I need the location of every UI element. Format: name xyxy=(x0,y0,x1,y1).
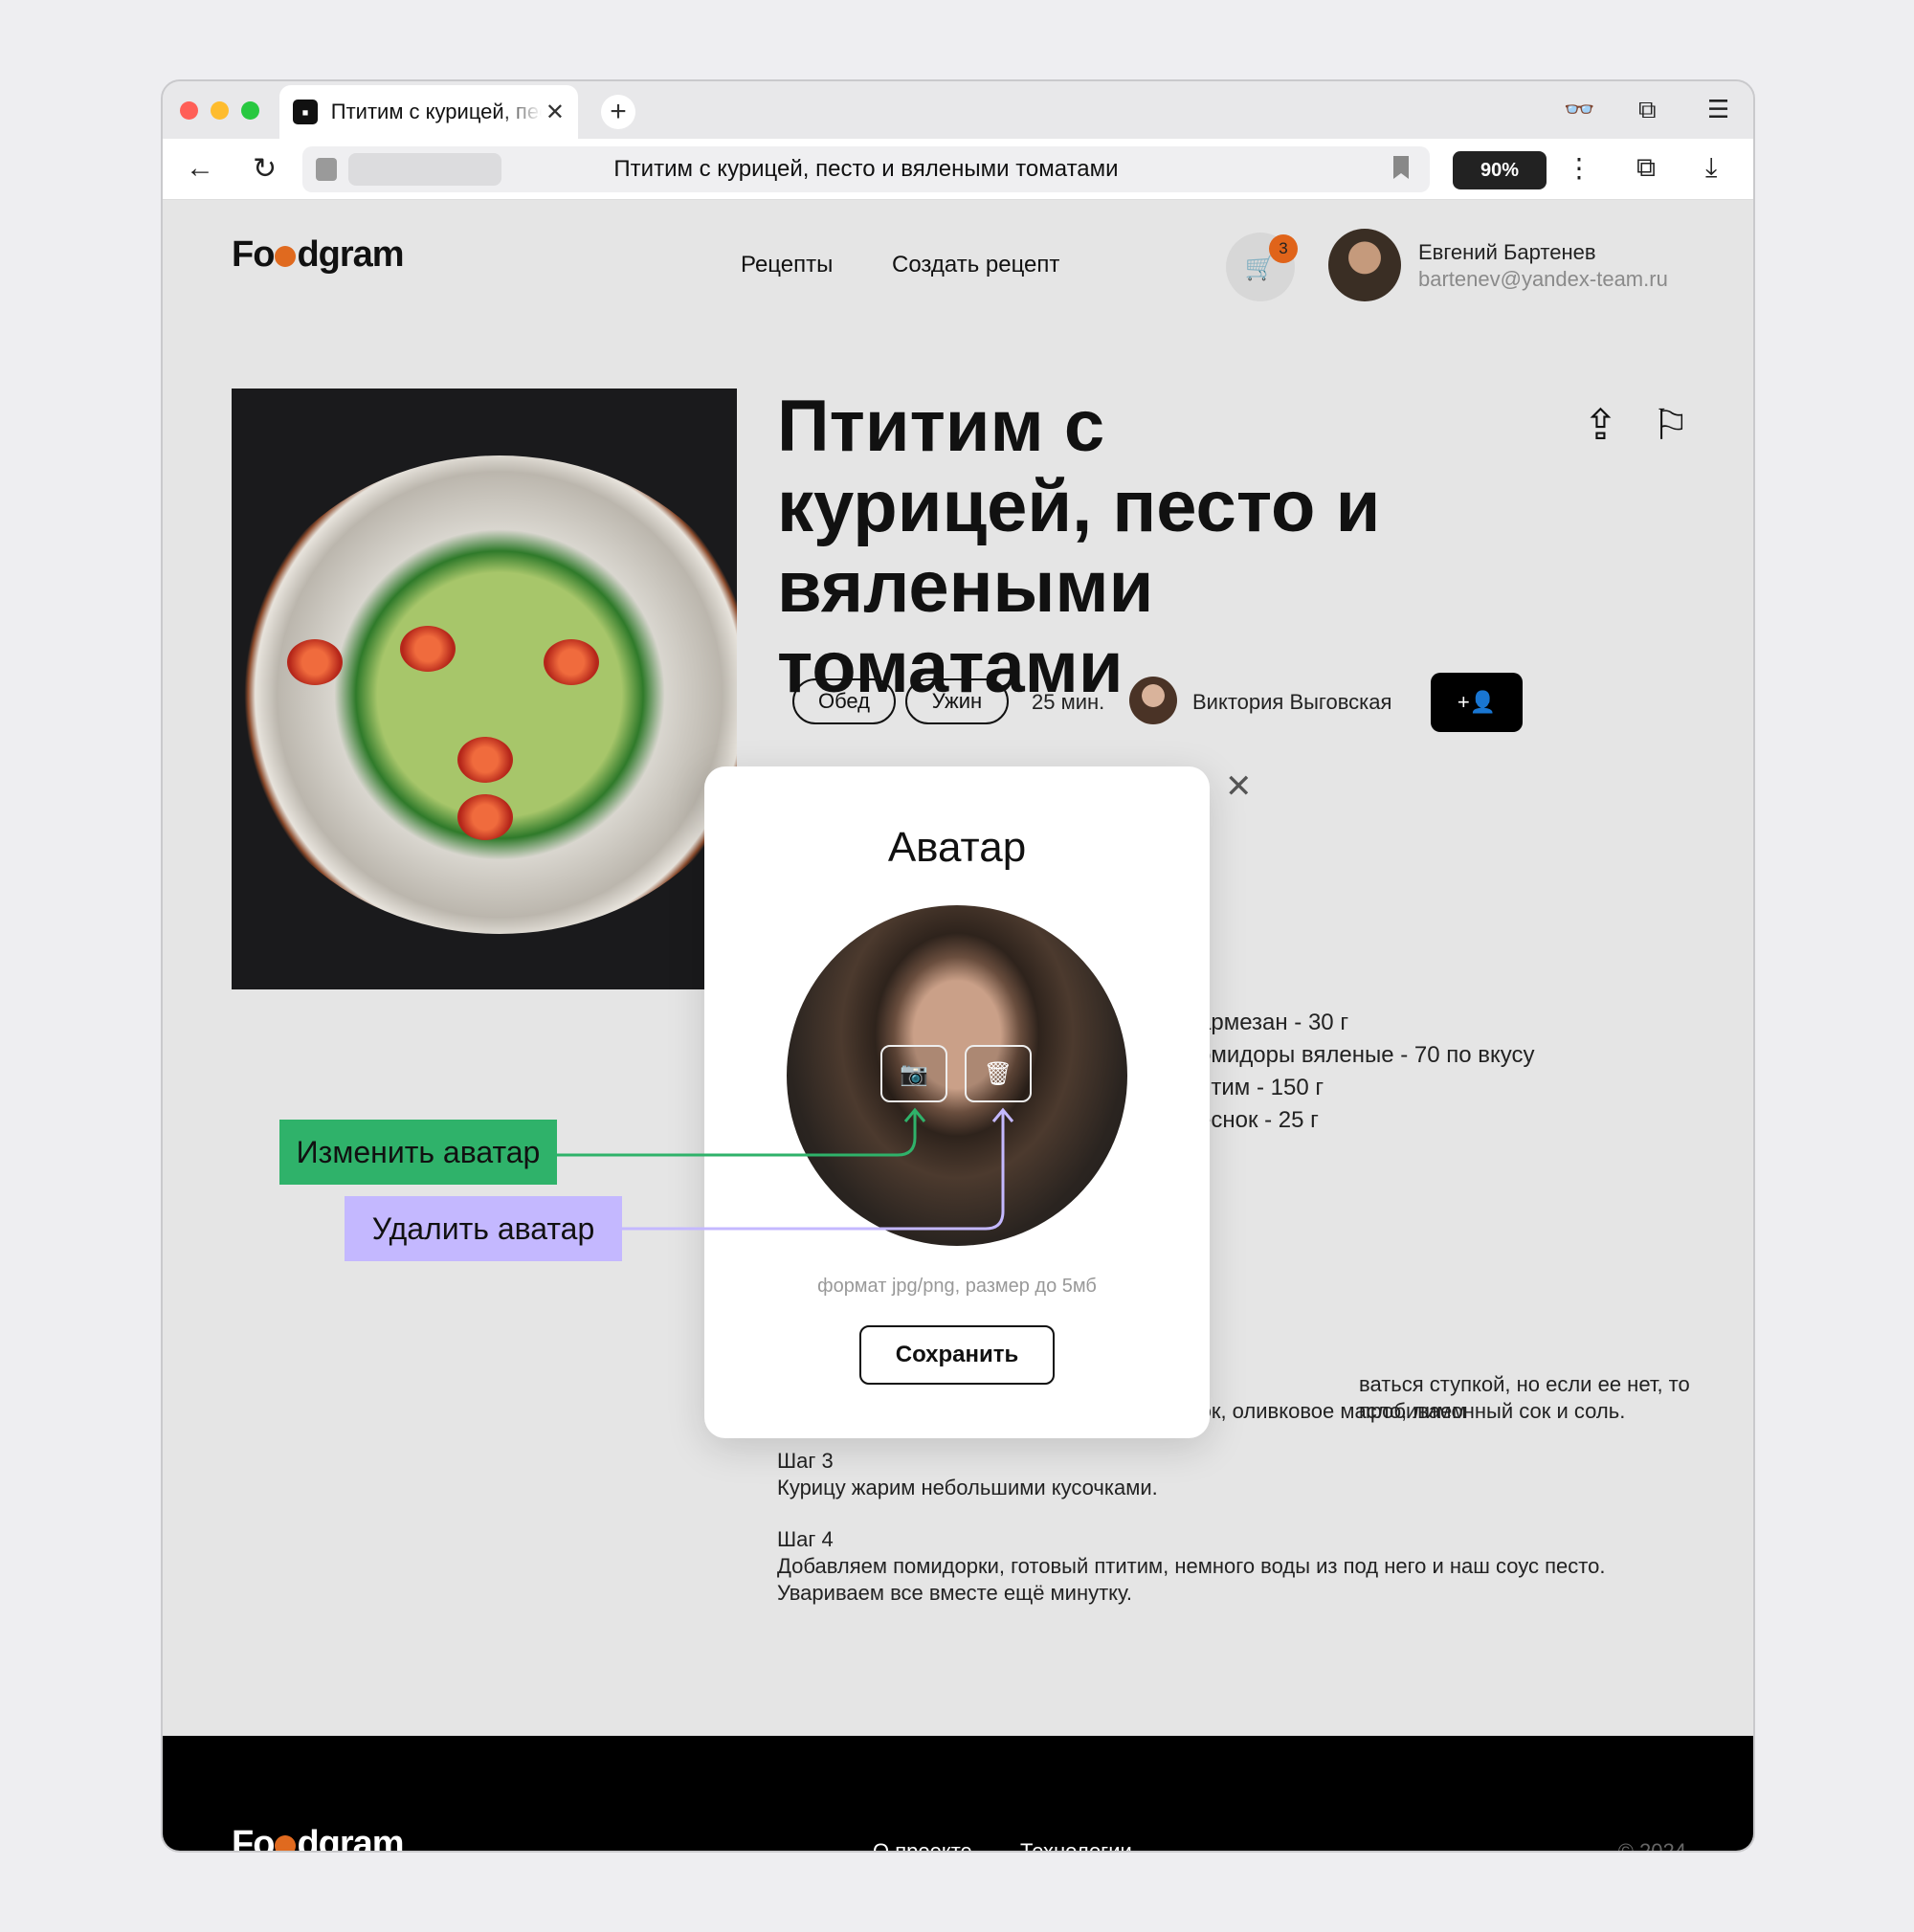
nav-create-recipe-link[interactable]: Создать рецепт xyxy=(892,252,1059,278)
tomato-decoration xyxy=(544,639,599,685)
copyright: © 2024 xyxy=(1617,1839,1686,1853)
minimize-window-button[interactable] xyxy=(211,101,229,120)
footer-logo[interactable]: Fo dgram xyxy=(232,1824,405,1851)
new-tab-button[interactable]: + xyxy=(601,95,635,129)
delete-avatar-button[interactable]: 🗑 xyxy=(965,1045,1032,1102)
user-email: bartenev@yandex-team.ru xyxy=(1418,267,1668,291)
tomato-decoration xyxy=(457,794,513,840)
follow-author-button[interactable]: +👤 xyxy=(1431,673,1523,732)
author-avatar[interactable] xyxy=(1129,677,1177,724)
tab-bar: ◼ Птитим с курицей, песто и вялеными том… xyxy=(163,81,1753,139)
change-avatar-button[interactable]: 📷 xyxy=(880,1045,947,1102)
zoom-value: 90% xyxy=(1480,159,1520,181)
cart-count-badge: 3 xyxy=(1269,234,1298,263)
share-icon[interactable]: ⇪ xyxy=(1583,401,1618,450)
download-icon[interactable]: ⤓ xyxy=(1705,152,1717,184)
extensions-icon[interactable]: ⧉ xyxy=(1636,152,1656,184)
footer-tech-link[interactable]: Технологии xyxy=(1020,1839,1132,1851)
tomato-decoration xyxy=(287,639,343,685)
footer-about-link[interactable]: О проекте xyxy=(873,1839,972,1851)
tabs-collection-icon[interactable]: ⧉ xyxy=(1638,95,1657,125)
ingredient-item: еснок - 25 г xyxy=(1198,1107,1319,1133)
site-logo[interactable]: Fo dgram xyxy=(232,234,405,276)
ingredient-item: омидоры вяленые - 70 по вкусу xyxy=(1198,1042,1535,1068)
tag-lunch[interactable]: Обед xyxy=(792,678,896,724)
ingredient-item: итим - 150 г xyxy=(1198,1075,1324,1100)
delete-avatar-callout: Удалить аватар xyxy=(345,1196,622,1261)
avatar-modal: Аватар 📷 🗑 формат jpg/png, размер до 5мб… xyxy=(704,766,1210,1438)
save-button[interactable]: Сохранить xyxy=(859,1325,1055,1385)
user-avatar[interactable] xyxy=(1328,229,1401,301)
ingredient-item: армезан - 30 г xyxy=(1198,1010,1349,1035)
site-footer: Fo dgram О проекте Технологии © 2024 xyxy=(163,1736,1753,1853)
cook-time: 25 мин. xyxy=(1032,690,1105,714)
camera-icon: 📷 xyxy=(900,1060,928,1087)
tab-close-icon[interactable]: ✕ xyxy=(545,99,565,126)
avatar-preview: 📷 🗑 xyxy=(787,905,1127,1246)
trash-icon: 🗑 xyxy=(983,1060,1013,1087)
browser-tab[interactable]: ◼ Птитим с курицей, песто и вялеными том… xyxy=(279,85,578,139)
url-title: Птитим с курицей, песто и вялеными томат… xyxy=(613,156,1119,182)
favicon-icon: ◼ xyxy=(293,100,318,124)
tag-dinner[interactable]: Ужин xyxy=(905,678,1009,724)
tomato-decoration xyxy=(400,626,456,672)
step-title: Шаг 3 xyxy=(777,1449,834,1473)
plate-image xyxy=(232,455,737,934)
address-bar: ← ↻ Птитим с курицей, песто и вялеными т… xyxy=(163,139,1753,200)
reload-icon[interactable]: ↻ xyxy=(253,152,277,186)
favorite-bookmark-icon[interactable]: ⚐ xyxy=(1652,401,1689,450)
add-user-icon: +👤 xyxy=(1457,690,1497,714)
change-avatar-callout: Изменить аватар xyxy=(279,1120,557,1185)
tomato-decoration xyxy=(457,737,513,783)
reader-glasses-icon[interactable]: 👓 xyxy=(1564,95,1594,124)
more-vertical-icon[interactable]: ⋮ xyxy=(1566,152,1592,184)
file-format-hint: формат jpg/png, размер до 5мб xyxy=(817,1276,1097,1297)
user-name: Евгений Бартенев xyxy=(1418,240,1596,264)
close-window-button[interactable] xyxy=(180,101,198,120)
tab-title: Птитим с курицей, песто и вялеными томат… xyxy=(330,100,542,123)
back-arrow-icon[interactable]: ← xyxy=(186,152,214,185)
modal-title: Аватар xyxy=(887,824,1027,871)
step-text: Курицу жарим небольшими кусочками. xyxy=(777,1476,1158,1499)
author-name[interactable]: Виктория Выговская xyxy=(1192,690,1391,715)
step-text: Добавляем помидорки, готовый птитим, нем… xyxy=(777,1554,1606,1578)
close-modal-icon[interactable]: ✕ xyxy=(1225,767,1253,806)
step-text: Увариваем все вместе ещё минутку. xyxy=(777,1581,1132,1605)
recipe-title: Птитим с курицей, песто и вялеными томат… xyxy=(777,386,1381,708)
maximize-window-button[interactable] xyxy=(241,101,259,120)
step-title: Шаг 4 xyxy=(777,1527,834,1551)
url-field[interactable]: Птитим с курицей, песто и вялеными томат… xyxy=(302,146,1430,192)
nav-recipes-link[interactable]: Рецепты xyxy=(741,252,833,278)
menu-icon[interactable]: ☰ xyxy=(1707,95,1729,124)
recipe-photo xyxy=(232,389,737,989)
zoom-badge[interactable]: 90% xyxy=(1453,151,1547,189)
